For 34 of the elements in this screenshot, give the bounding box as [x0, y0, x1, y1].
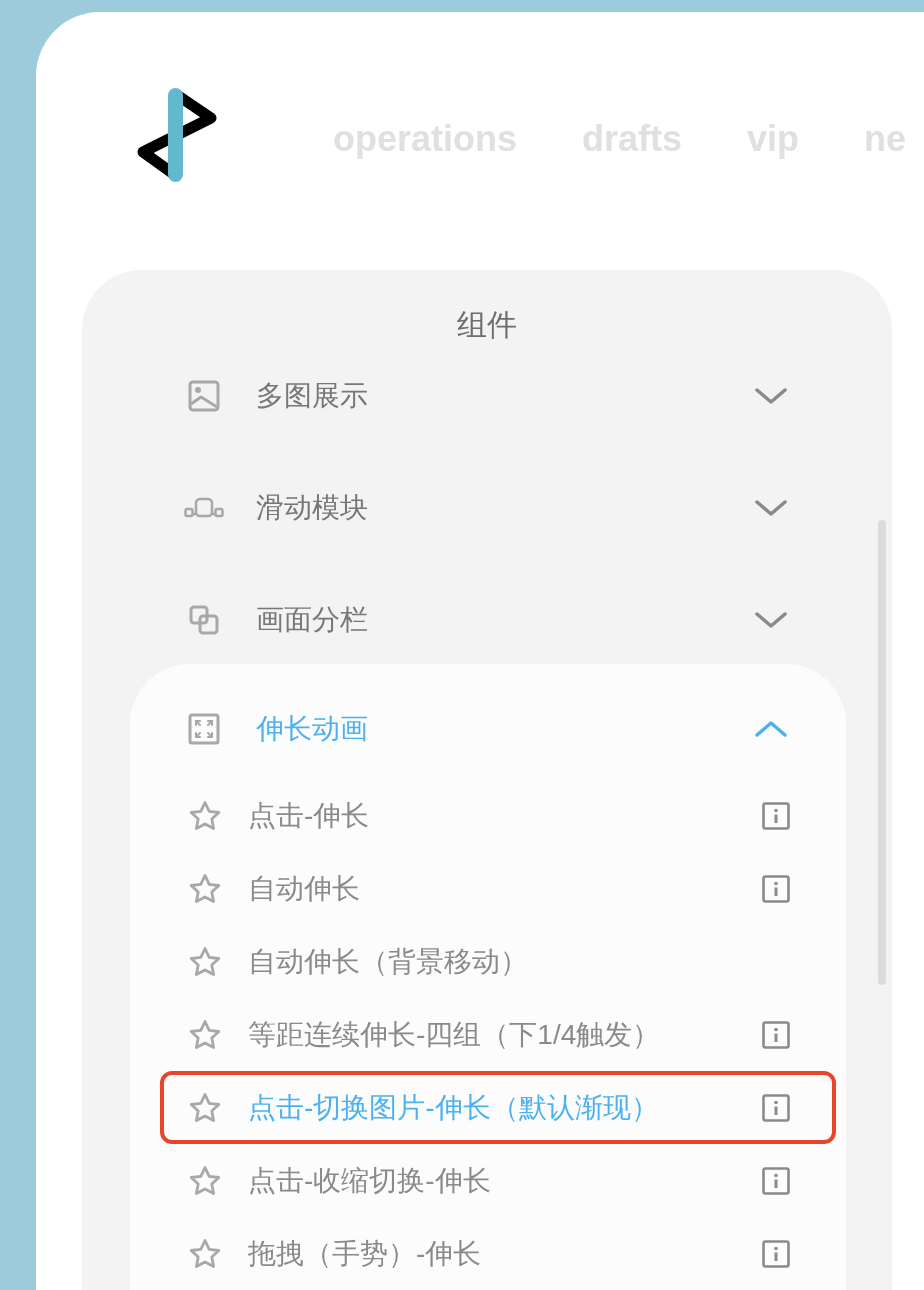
- chevron-down-icon[interactable]: [755, 500, 787, 516]
- logo-icon[interactable]: [135, 88, 217, 182]
- star-icon[interactable]: [188, 945, 222, 978]
- group-title[interactable]: 画面分栏: [256, 602, 368, 638]
- list-item[interactable]: 等距连续伸长-四组（下1/4触发）: [248, 1016, 661, 1053]
- info-icon[interactable]: [762, 801, 790, 830]
- info-icon[interactable]: [762, 1093, 790, 1122]
- star-icon[interactable]: [188, 1091, 222, 1124]
- star-icon[interactable]: [188, 799, 222, 832]
- info-icon[interactable]: [762, 1166, 790, 1195]
- group-title[interactable]: 滑动模块: [256, 490, 368, 526]
- chevron-down-icon[interactable]: [755, 612, 787, 628]
- list-item[interactable]: 点击-收缩切换-伸长: [248, 1162, 491, 1199]
- group-title[interactable]: 多图展示: [256, 378, 368, 414]
- overlapping-squares-icon: [188, 604, 220, 636]
- list-item[interactable]: 点击-切换图片-伸长（默认渐现）: [248, 1089, 659, 1126]
- star-icon[interactable]: [188, 872, 222, 905]
- panel-title: 组件: [457, 310, 517, 340]
- group-title[interactable]: 伸长动画: [256, 711, 368, 747]
- blocks-icon: [184, 497, 224, 519]
- list-item[interactable]: 点击-伸长: [248, 797, 370, 834]
- star-icon[interactable]: [188, 1164, 222, 1197]
- image-icon: [188, 380, 220, 412]
- star-icon[interactable]: [188, 1237, 222, 1270]
- list-item[interactable]: 自动伸长（背景移动）: [248, 943, 528, 980]
- info-icon[interactable]: [762, 874, 790, 903]
- info-icon[interactable]: [762, 1239, 790, 1268]
- expand-icon: [188, 713, 220, 745]
- list-item[interactable]: 自动伸长: [248, 870, 360, 907]
- star-icon[interactable]: [188, 1018, 222, 1051]
- chevron-down-icon[interactable]: [755, 388, 787, 404]
- chevron-up-icon[interactable]: [755, 721, 787, 737]
- info-icon[interactable]: [762, 1020, 790, 1049]
- list-item[interactable]: 拖拽（手势）-伸长: [248, 1235, 482, 1272]
